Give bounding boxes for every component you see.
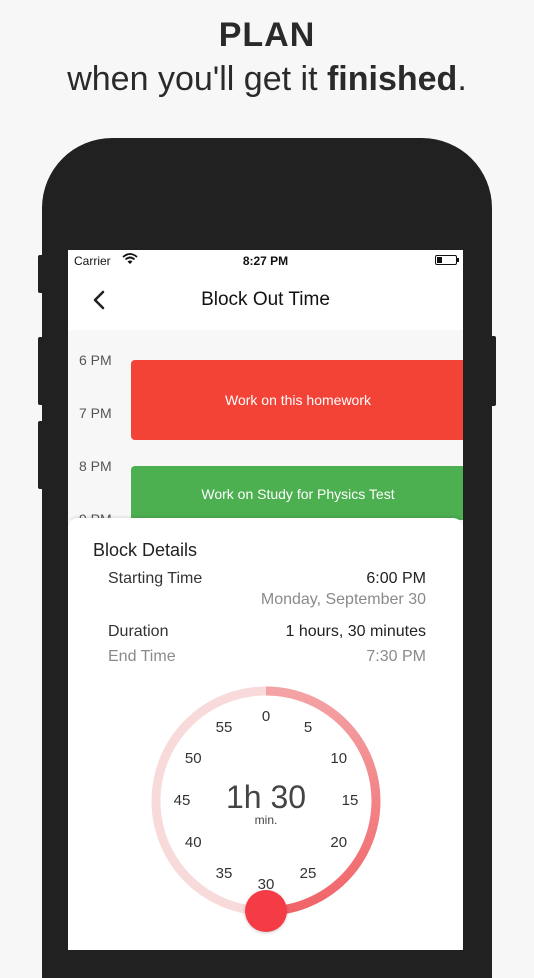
end-time-label: End Time [108,648,176,665]
dial-unit: min. [254,813,278,827]
duration-value: 1 hours, 30 minutes [285,623,426,640]
phone-volume-down [38,421,44,489]
hour-label: 8 PM [79,458,112,474]
page-title: Block Out Time [201,289,330,310]
headline: PLAN when you'll get it finished. [0,14,534,102]
dial-minute-label: 40 [184,834,202,851]
event-title: Work on Study for Physics Test [201,486,395,502]
event-block-physics[interactable]: Work on Study for Physics Test [131,466,463,520]
headline-line2-end: . [457,60,467,98]
block-details-heading: Block Details [93,540,198,560]
starting-time-value[interactable]: 6:00 PM [366,570,426,588]
navigation-bar: Block Out Time [68,272,463,328]
status-bar: Carrier 8:27 PM [68,250,463,272]
headline-line2: when you'll get it finished. [0,56,534,102]
calendar-timeline[interactable]: 6 PM 7 PM 8 PM 9 PM Work on this homewor… [68,330,463,520]
phone-mute-switch [38,255,44,293]
block-details-sheet: Block Details Starting Time 6:00 PM Mond… [68,518,463,950]
end-time-value: 7:30 PM [366,648,426,665]
dial-minute-label: 35 [215,864,233,882]
dial-minute-label: 10 [330,750,348,767]
duration-label: Duration [108,623,169,640]
dial-minute-label: 20 [330,834,348,851]
dial-minute-label: 50 [184,750,202,767]
event-title: Work on this homework [224,392,371,408]
headline-line2-text: when you'll get it [67,60,327,98]
starting-date-value[interactable]: Monday, September 30 [261,591,426,609]
hour-label: 7 PM [79,405,112,421]
dial-knob-handle[interactable] [245,890,287,932]
headline-line1: PLAN [218,16,316,54]
dial-minute-label: 5 [303,719,313,737]
dial-minute-label: 0 [261,708,271,725]
headline-line2-bold: finished [326,60,458,98]
phone-volume-up [38,337,44,405]
starting-time-label: Starting Time [108,570,203,587]
event-block-homework[interactable]: Work on this homework [131,360,463,440]
dial-minute-label: 25 [299,864,317,882]
battery-icon [435,255,459,265]
app-screen: Carrier 8:27 PM Block Out Time 6 PM 7 PM… [68,250,463,950]
duration-dial[interactable]: 0 5 10 15 20 25 30 35 40 45 50 55 1h 30 … [146,681,386,932]
dial-minute-label: 55 [215,719,233,737]
status-time: 8:27 PM [242,254,289,268]
phone-power-button [490,336,496,406]
hour-label: 6 PM [79,352,112,368]
dial-value: 1h 30 [225,779,307,815]
